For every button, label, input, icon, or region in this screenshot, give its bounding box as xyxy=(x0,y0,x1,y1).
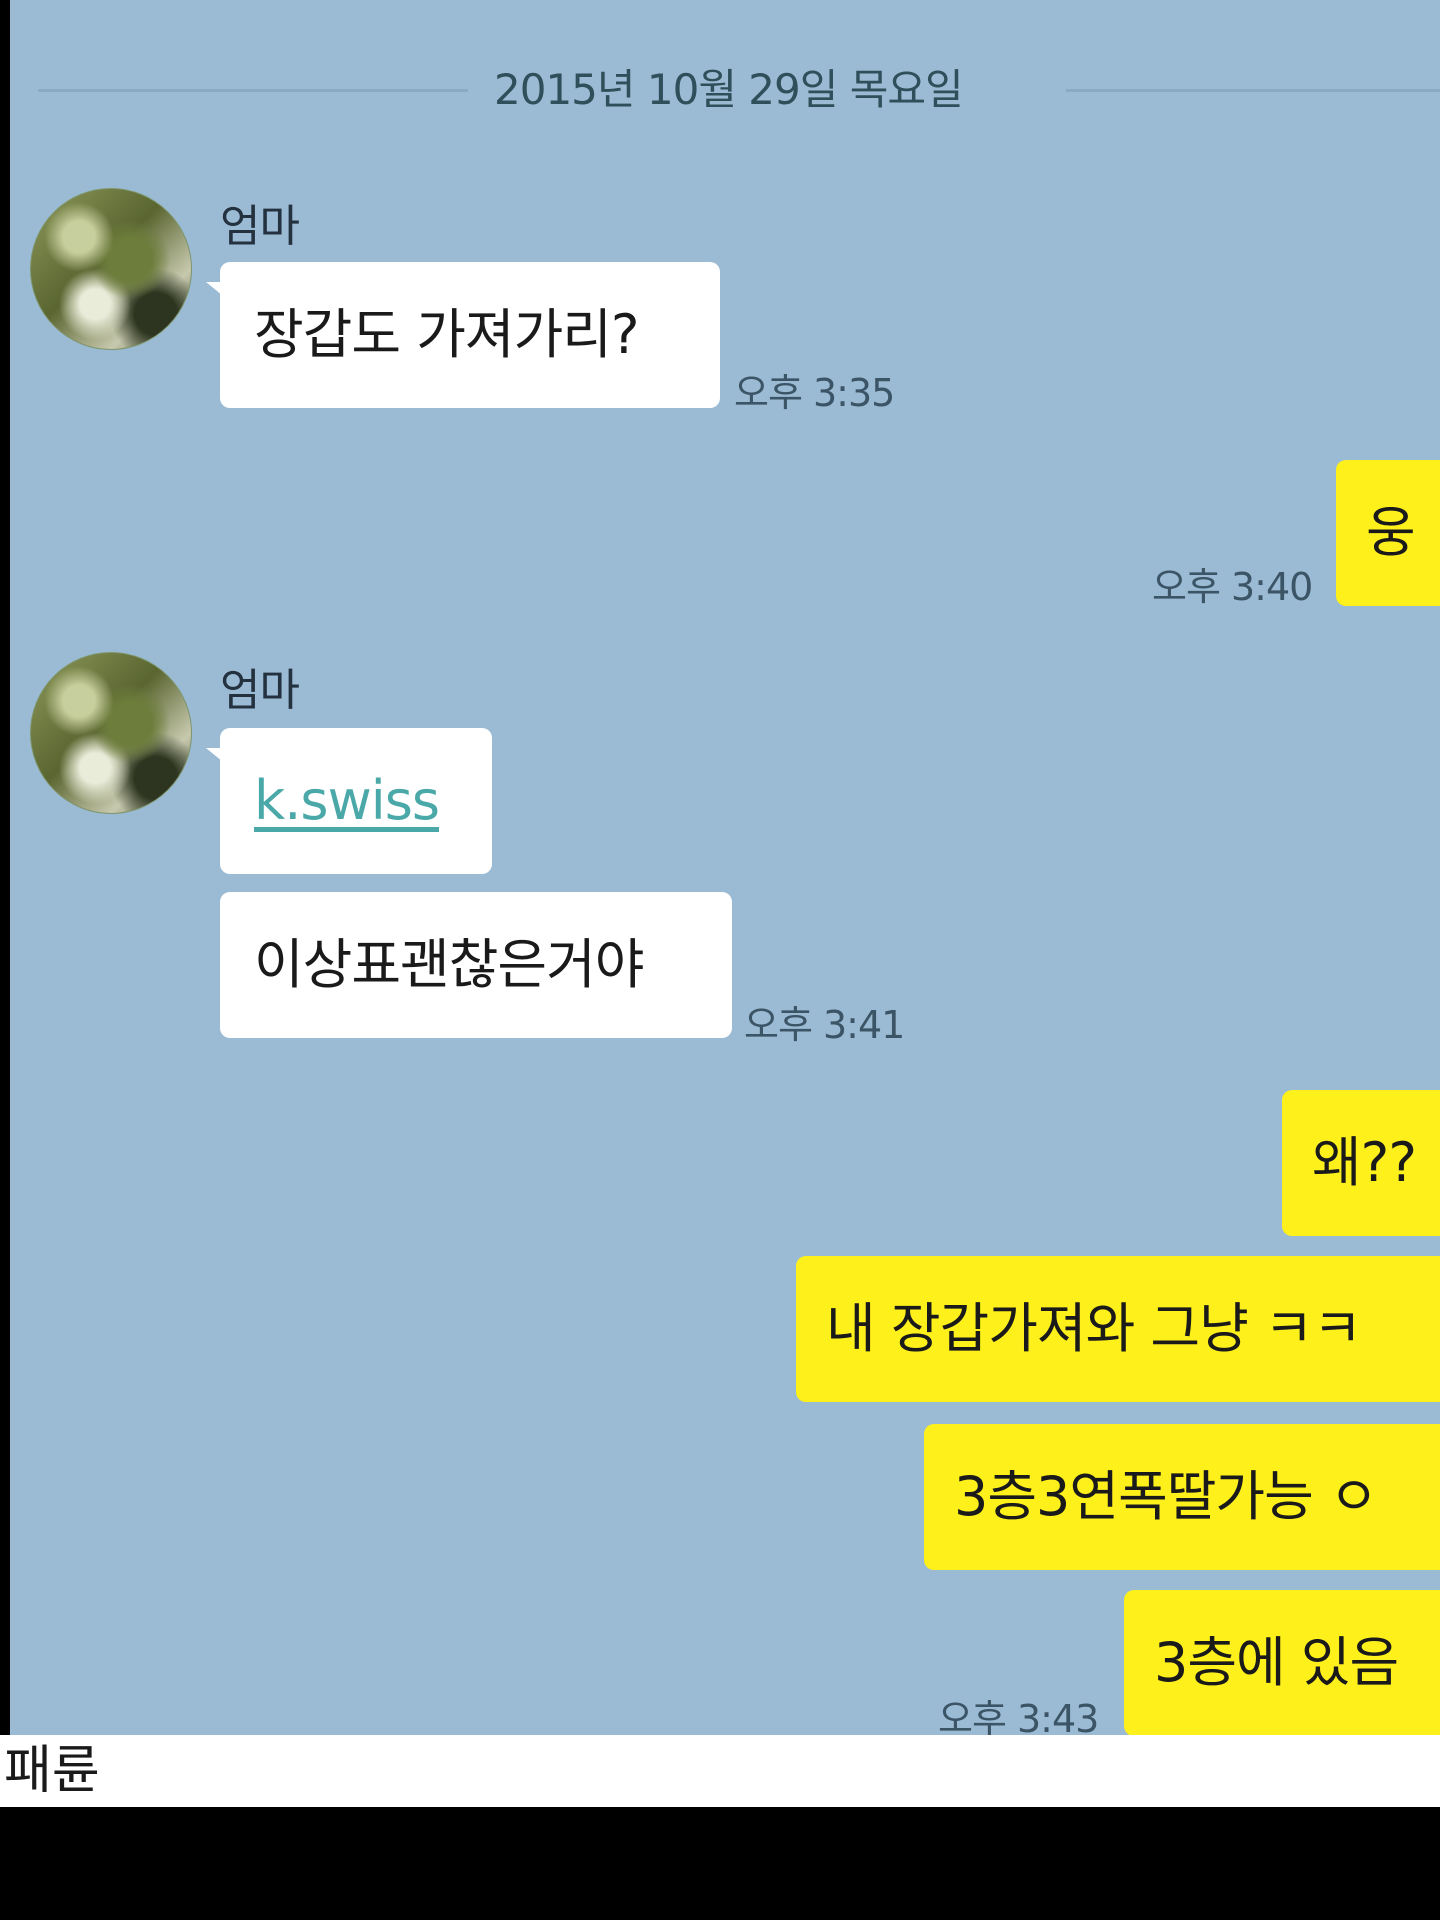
divider-line-right xyxy=(1066,89,1440,92)
date-text: 2015년 10월 29일 목요일 xyxy=(494,65,964,114)
mom-avatar[interactable] xyxy=(30,652,192,814)
incoming-message-bubble[interactable]: 장갑도 가져가리? xyxy=(220,262,720,408)
divider-line-left xyxy=(38,89,468,92)
caption-text: 패륜 xyxy=(4,1741,100,1801)
sender-name: 엄마 xyxy=(220,201,300,252)
message-text: 3층에 있음 xyxy=(1154,1631,1399,1694)
sender-name: 엄마 xyxy=(220,665,300,716)
image-caption: 패륜 xyxy=(0,1735,1440,1807)
message-text: 이상표괜찮은거야 xyxy=(254,933,644,996)
message-text: 장갑도 가져가리? xyxy=(254,303,640,366)
message-time: 오후 3:35 xyxy=(734,371,895,415)
chat-room-background: 2015년 10월 29일 목요일 엄마 장갑도 가져가리? 오후 3:35 오… xyxy=(10,0,1440,1735)
outgoing-message-bubble[interactable]: 3층에 있음 xyxy=(1124,1590,1440,1735)
message-time: 오후 3:43 xyxy=(938,1697,1099,1735)
incoming-message-bubble[interactable]: 이상표괜찮은거야 xyxy=(220,892,732,1038)
message-time: 오후 3:41 xyxy=(744,1003,905,1047)
message-text: 왜?? xyxy=(1312,1131,1417,1194)
message-time: 오후 3:40 xyxy=(1152,565,1313,609)
message-text: 웅 xyxy=(1366,501,1416,564)
outgoing-message-bubble[interactable]: 3층3연폭딸가능 ㅇ xyxy=(924,1424,1440,1570)
message-text: 내 장갑가져와 그냥 ㅋㅋ xyxy=(826,1297,1362,1360)
message-text: 3층3연폭딸가능 ㅇ xyxy=(954,1465,1379,1528)
outgoing-message-bubble[interactable]: 왜?? xyxy=(1282,1090,1440,1236)
date-divider: 2015년 10월 29일 목요일 xyxy=(26,62,1440,118)
incoming-link-bubble[interactable]: k.swiss xyxy=(220,728,492,874)
outgoing-message-bubble[interactable]: 웅 xyxy=(1336,460,1440,606)
mom-avatar[interactable] xyxy=(30,188,192,350)
k-swiss-link[interactable]: k.swiss xyxy=(254,769,440,832)
outgoing-message-bubble[interactable]: 내 장갑가져와 그냥 ㅋㅋ xyxy=(796,1256,1440,1402)
